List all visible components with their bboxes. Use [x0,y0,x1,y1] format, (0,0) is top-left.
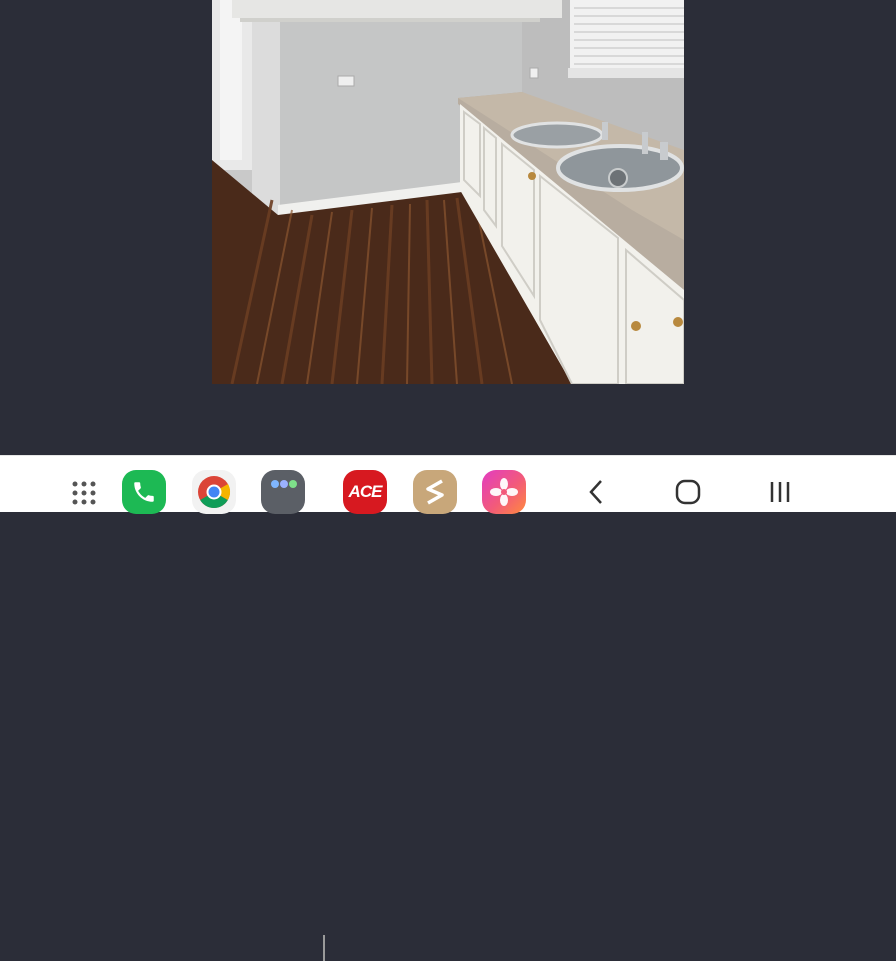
ace-app-label: ACE [348,482,383,501]
chrome-app-icon[interactable] [192,470,236,514]
kitchen-photo-illustration [212,0,684,384]
app-folder-icon[interactable] [261,470,305,514]
home-icon[interactable] [668,472,708,512]
ace-app-icon[interactable]: ACE [343,470,387,514]
back-icon[interactable] [576,472,616,512]
kitchen-photo[interactable] [212,0,684,384]
apps-grid-icon[interactable] [64,471,104,515]
phone-app-icon[interactable] [122,470,166,514]
taskbar-divider [323,935,325,961]
image-viewer [0,0,896,455]
s-app-icon[interactable] [413,470,457,514]
recents-icon[interactable] [760,472,800,512]
taskbar: ACE [0,455,896,961]
gallery-app-icon[interactable] [482,470,526,514]
